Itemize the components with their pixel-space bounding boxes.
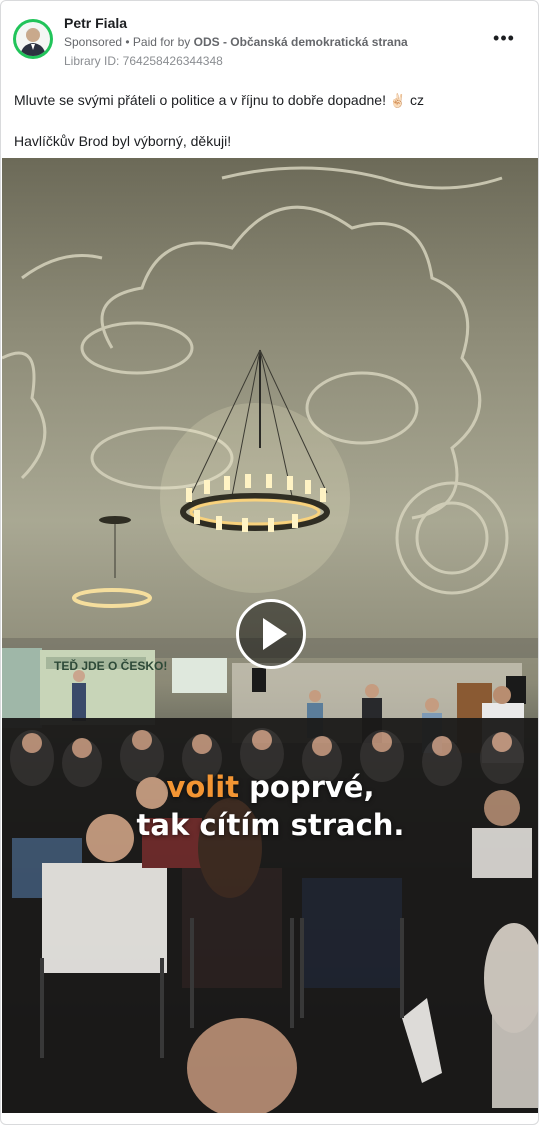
ad-card: Petr Fiala Sponsored • Paid for by ODS -… <box>0 0 539 1125</box>
paid-for-prefix: • Paid for by <box>122 35 194 49</box>
caption-line-2: tak cítím strach. <box>136 808 405 842</box>
video-caption: volit poprvé, tak cítím strach. <box>2 768 538 844</box>
video-player[interactable]: TEĎ JDE O ČESKO! volit poprvé, tak cítím… <box>2 158 538 1113</box>
avatar-image <box>16 22 50 56</box>
avatar[interactable] <box>13 19 53 59</box>
caption-accent: volit <box>166 770 240 804</box>
caption-rest: poprvé, <box>239 770 375 804</box>
sponsored-label: Sponsored <box>64 35 123 49</box>
post-header: Petr Fiala Sponsored • Paid for by ODS -… <box>13 13 526 73</box>
play-icon <box>263 618 287 650</box>
more-options-icon[interactable]: ••• <box>490 29 518 53</box>
caption-line-1: volit poprvé, <box>2 768 538 806</box>
post-line-1: Mluvte se svými přáteli o politice a v ř… <box>14 92 390 108</box>
banner-text: TEĎ JDE O ČESKO! <box>54 658 167 673</box>
post-line-1-suffix: cz <box>406 92 424 108</box>
author-name[interactable]: Petr Fiala <box>64 15 127 31</box>
sponsored-info: Sponsored • Paid for by ODS - Občanská d… <box>64 35 408 49</box>
post-line-2: Havlíčkův Brod byl výborný, děkuji! <box>14 133 232 149</box>
play-button[interactable] <box>236 599 306 669</box>
post-text-line-1: Mluvte se svými přáteli o politice a v ř… <box>14 91 525 110</box>
library-id: Library ID: 764258426344348 <box>64 54 223 68</box>
victory-hand-icon: ✌🏻 <box>389 93 407 108</box>
payer-name[interactable]: ODS - Občanská demokratická strana <box>194 35 408 49</box>
